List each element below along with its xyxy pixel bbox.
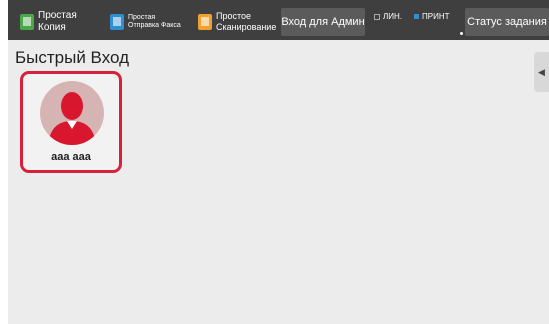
- print-status-icon: [414, 14, 419, 19]
- simple-scan-label-2: Сканирование: [216, 22, 277, 32]
- top-bar: Простая Копия Простая Отправка Факса Про…: [8, 0, 549, 40]
- screen: Простая Копия Простая Отправка Факса Про…: [8, 0, 549, 324]
- simple-scan-label-1: Простое: [216, 11, 252, 22]
- simple-fax-button[interactable]: Простая Отправка Факса: [110, 7, 181, 37]
- status-dot: [460, 32, 463, 35]
- user-card[interactable]: aaa aaa: [20, 71, 122, 173]
- content-area: Быстрый Вход aaa aaa ◀: [8, 40, 549, 324]
- line-status-icon: [374, 13, 380, 20]
- print-indicator-label: ПРИНТ: [422, 12, 450, 21]
- simple-scan-button[interactable]: Простое Сканирование: [198, 7, 276, 37]
- admin-login-button[interactable]: Вход для Админ: [281, 8, 365, 36]
- page-title: Быстрый Вход: [15, 48, 130, 67]
- simple-copy-button[interactable]: Простая Копия: [20, 7, 77, 37]
- admin-login-label: Вход для Админ: [281, 16, 365, 28]
- copy-icon: [20, 14, 34, 30]
- user-avatar-icon: [40, 81, 104, 145]
- line-indicator-label: ЛИН.: [383, 12, 402, 21]
- simple-copy-label-1: Простая: [38, 10, 77, 21]
- simple-fax-label-1: Простая: [128, 13, 156, 21]
- side-tab-arrow-icon: ◀: [538, 66, 545, 77]
- fax-icon: [110, 14, 124, 30]
- simple-copy-label-2: Копия: [38, 22, 66, 33]
- simple-fax-label-2: Отправка Факса: [128, 22, 181, 29]
- job-status-button[interactable]: Статус задания: [465, 8, 549, 36]
- line-indicator: ЛИН.: [374, 12, 402, 21]
- scan-icon: [198, 14, 212, 30]
- side-tab[interactable]: ◀: [534, 52, 549, 92]
- print-indicator: ПРИНТ: [414, 12, 450, 21]
- user-name: aaa aaa: [51, 151, 91, 163]
- job-status-label: Статус задания: [467, 16, 547, 28]
